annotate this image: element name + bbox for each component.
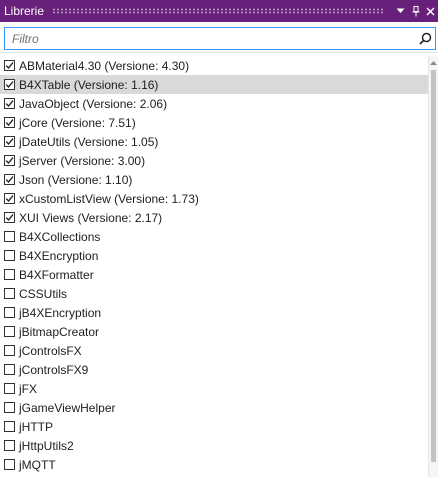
vertical-scrollbar[interactable] (428, 56, 438, 477)
library-item[interactable]: jControlsFX (0, 341, 428, 360)
checkmark-icon (5, 119, 14, 126)
library-label: B4XEncryption (19, 248, 99, 263)
checkmark-icon (5, 157, 14, 164)
library-label: jFX (19, 381, 37, 396)
panel-title: Librerie (4, 4, 45, 18)
library-item[interactable]: jB4XEncryption (0, 303, 428, 322)
library-label: B4XCollections (19, 229, 101, 244)
library-item[interactable]: Json (Versione: 1.10) (0, 170, 428, 189)
library-item[interactable]: jServer (Versione: 3.00) (0, 151, 428, 170)
library-checkbox[interactable] (4, 117, 15, 128)
library-label: jServer (Versione: 3.00) (19, 153, 146, 168)
library-label: jCore (Versione: 7.51) (19, 115, 136, 130)
library-label: JavaObject (Versione: 2.06) (19, 96, 168, 111)
library-label: jControlsFX (19, 343, 82, 358)
filter-input[interactable] (5, 29, 415, 48)
library-checkbox[interactable] (4, 421, 15, 432)
library-list: ABMaterial4.30 (Versione: 4.30) B4XTable … (0, 56, 428, 477)
library-item[interactable]: B4XEncryption (0, 246, 428, 265)
library-checkbox[interactable] (4, 136, 15, 147)
library-label: jMQTT (19, 457, 56, 472)
library-checkbox[interactable] (4, 345, 15, 356)
checkmark-icon (5, 100, 14, 107)
library-item[interactable]: XUI Views (Versione: 2.17) (0, 208, 428, 227)
library-item[interactable]: JavaObject (Versione: 2.06) (0, 94, 428, 113)
library-label: jGameViewHelper (19, 400, 116, 415)
library-checkbox[interactable] (4, 250, 15, 261)
library-item[interactable]: jHttpUtils2 (0, 436, 428, 455)
library-item[interactable]: jGameViewHelper (0, 398, 428, 417)
scroll-up-arrow-icon[interactable] (429, 56, 438, 70)
library-label: jControlsFX9 (19, 362, 89, 377)
library-checkbox[interactable] (4, 459, 15, 470)
library-checkbox[interactable] (4, 440, 15, 451)
library-checkbox[interactable] (4, 174, 15, 185)
panel-titlebar: Librerie (0, 0, 438, 22)
library-checkbox[interactable] (4, 231, 15, 242)
library-checkbox[interactable] (4, 98, 15, 109)
library-label: CSSUtils (19, 286, 68, 301)
library-item[interactable]: ABMaterial4.30 (Versione: 4.30) (0, 56, 428, 75)
library-checkbox[interactable] (4, 155, 15, 166)
library-checkbox[interactable] (4, 212, 15, 223)
library-label: B4XTable (Versione: 1.16) (19, 77, 159, 92)
checkmark-icon (5, 195, 14, 202)
library-checkbox[interactable] (4, 60, 15, 71)
checkmark-icon (5, 176, 14, 183)
library-checkbox[interactable] (4, 326, 15, 337)
library-item[interactable]: B4XTable (Versione: 1.16) (0, 75, 428, 94)
search-box (4, 27, 436, 50)
library-item[interactable]: CSSUtils (0, 284, 428, 303)
library-item[interactable]: jCore (Versione: 7.51) (0, 113, 428, 132)
library-item[interactable]: jDateUtils (Versione: 1.05) (0, 132, 428, 151)
library-item[interactable]: B4XFormatter (0, 265, 428, 284)
library-item[interactable]: B4XCollections (0, 227, 428, 246)
checkmark-icon (5, 138, 14, 145)
library-checkbox[interactable] (4, 402, 15, 413)
library-label: jDateUtils (Versione: 1.05) (19, 134, 159, 149)
library-label: XUI Views (Versione: 2.17) (19, 210, 163, 225)
chevron-down-icon[interactable] (393, 1, 408, 21)
checkmark-icon (5, 214, 14, 221)
library-label: jB4XEncryption (19, 305, 102, 320)
library-item[interactable]: jControlsFX9 (0, 360, 428, 379)
library-label: xCustomListView (Versione: 1.73) (19, 191, 199, 206)
pin-icon[interactable] (408, 1, 423, 21)
titlebar-grip[interactable] (52, 8, 385, 14)
close-icon[interactable] (423, 1, 438, 21)
library-item[interactable]: xCustomListView (Versione: 1.73) (0, 189, 428, 208)
library-label: B4XFormatter (19, 267, 94, 282)
library-checkbox[interactable] (4, 79, 15, 90)
checkmark-icon (5, 62, 14, 69)
divider (0, 52, 438, 53)
library-item[interactable]: jMQTT (0, 455, 428, 474)
library-label: jHttpUtils2 (19, 438, 74, 453)
library-checkbox[interactable] (4, 383, 15, 394)
library-checkbox[interactable] (4, 307, 15, 318)
library-item[interactable]: jHTTP (0, 417, 428, 436)
checkmark-icon (5, 81, 14, 88)
scrollbar-thumb[interactable] (431, 70, 436, 462)
library-label: jBitmapCreator (19, 324, 100, 339)
library-checkbox[interactable] (4, 364, 15, 375)
library-checkbox[interactable] (4, 288, 15, 299)
library-checkbox[interactable] (4, 193, 15, 204)
library-label: ABMaterial4.30 (Versione: 4.30) (19, 58, 190, 73)
library-label: jHTTP (19, 419, 53, 434)
library-checkbox[interactable] (4, 269, 15, 280)
library-label: Json (Versione: 1.10) (19, 172, 133, 187)
library-item[interactable]: jFX (0, 379, 428, 398)
search-icon[interactable] (415, 29, 435, 49)
library-item[interactable]: jBitmapCreator (0, 322, 428, 341)
